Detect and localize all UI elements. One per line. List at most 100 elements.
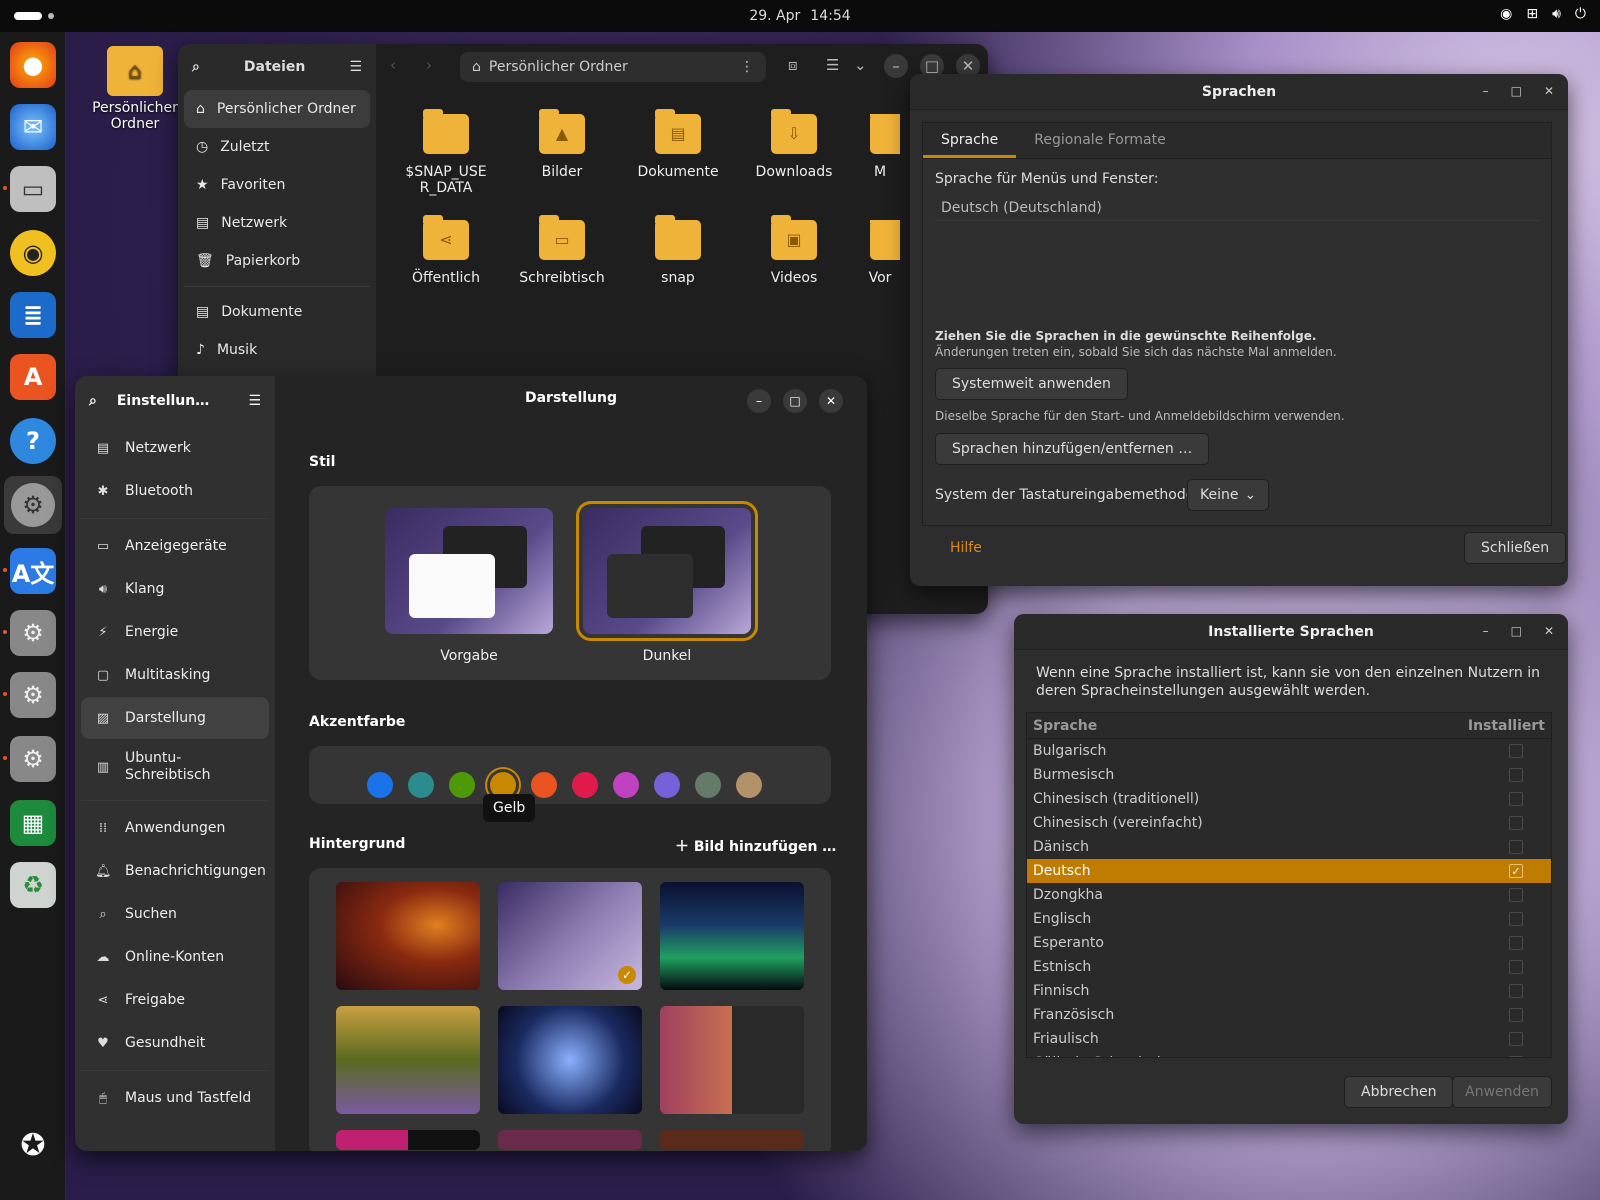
power-icon[interactable]: ⏻ [1575, 6, 1586, 22]
cancel-button[interactable]: Abbrechen [1344, 1076, 1454, 1108]
help-icon[interactable]: ? [10, 418, 56, 464]
wallpaper-thumb[interactable] [336, 1130, 480, 1150]
accent-swatch[interactable] [695, 772, 721, 798]
close-button[interactable]: ✕ [819, 389, 843, 413]
gear-icon-2[interactable]: ⚙ [10, 672, 56, 718]
steam-icon[interactable]: ◉ [1500, 6, 1512, 22]
folder-oeffentlich[interactable]: ⋖ Öffentlich [396, 215, 496, 286]
sidebar-item-trash[interactable]: 🗑︎ Papierkorb [184, 242, 370, 280]
sidebar-item-ubuntu-desktop[interactable]: ▥ Ubuntu-Schreibtisch [81, 740, 269, 794]
accent-swatch[interactable] [408, 772, 434, 798]
show-apps-icon[interactable]: ✪ [10, 1122, 56, 1168]
screenshot-icon[interactable]: ⧈ [788, 56, 798, 74]
tab-regionale-formate[interactable]: Regionale Formate [1016, 123, 1183, 158]
accent-swatch[interactable] [449, 772, 475, 798]
sidebar-item-bluetooth[interactable]: ✱ Bluetooth [81, 470, 269, 512]
accent-swatch[interactable] [531, 772, 557, 798]
volume-icon[interactable]: 🔊︎ [1552, 6, 1561, 22]
calc-icon[interactable]: ▦ [10, 800, 56, 846]
language-row[interactable]: Französisch [1027, 1003, 1551, 1027]
wallpaper-thumb[interactable] [660, 1006, 804, 1114]
app-center-icon[interactable]: A [10, 354, 56, 400]
installed-checkbox[interactable] [1509, 984, 1523, 998]
folder-snap[interactable]: snap [628, 215, 728, 286]
installed-checkbox[interactable] [1509, 888, 1523, 902]
wallpaper-thumb[interactable] [498, 1006, 642, 1114]
installed-checkbox[interactable] [1509, 1056, 1523, 1057]
add-image-button[interactable]: ＋ Bild hinzufügen … [675, 836, 836, 856]
search-icon[interactable]: ⌕ [89, 393, 97, 409]
sidebar-item-displays[interactable]: ▭ Anzeigegeräte [81, 525, 269, 567]
trash-icon[interactable]: ♻ [10, 862, 56, 908]
wallpaper-thumb[interactable] [336, 1006, 480, 1114]
folder-videos[interactable]: ▣ Videos [744, 215, 844, 286]
style-dark-preview[interactable] [576, 501, 758, 641]
gear-icon-3[interactable]: ⚙ [10, 736, 56, 782]
apply-button[interactable]: Anwenden [1452, 1076, 1552, 1108]
help-button[interactable]: Hilfe [950, 540, 982, 556]
folder-dokumente[interactable]: ▤ Dokumente [628, 109, 728, 180]
ime-select[interactable]: Keine ⌄ [1187, 479, 1270, 511]
folder-downloads[interactable]: ⇩ Downloads [744, 109, 844, 180]
network-icon[interactable]: ⊞ [1526, 6, 1538, 22]
chevron-down-icon[interactable]: ⌄ [854, 56, 867, 74]
folder-schreibtisch[interactable]: ▭ Schreibtisch [512, 215, 612, 286]
tab-sprache[interactable]: Sprache [923, 123, 1017, 158]
sidebar-item-multitasking[interactable]: ▢ Multitasking [81, 654, 269, 696]
sidebar-item-network[interactable]: ▤ Netzwerk [184, 204, 370, 242]
sidebar-item-favorites[interactable]: ★ Favoriten [184, 166, 370, 204]
files-icon[interactable]: ▭ [10, 166, 56, 212]
column-header-language[interactable]: Sprache [1033, 718, 1097, 734]
wallpaper-thumb[interactable] [498, 1130, 642, 1150]
wallpaper-thumb[interactable] [336, 882, 480, 990]
settings-active-icon[interactable]: ⚙ [4, 476, 62, 534]
minimize-button[interactable]: – [884, 54, 908, 78]
installed-checkbox[interactable] [1509, 792, 1523, 806]
installed-checkbox[interactable] [1509, 936, 1523, 950]
wallpaper-thumb-selected[interactable]: ✓ [498, 882, 642, 990]
folder-vorlagen-partial[interactable]: Vor [860, 220, 900, 286]
installed-checkbox[interactable]: ✓ [1509, 864, 1523, 878]
language-row[interactable]: Gälisch, Schottisch [1027, 1051, 1551, 1057]
back-icon[interactable]: ‹ [390, 56, 396, 74]
accent-swatch[interactable] [367, 772, 393, 798]
language-row[interactable]: Dzongkha [1027, 883, 1551, 907]
menu-icon[interactable]: ☰ [248, 393, 261, 409]
sidebar-item-mouse[interactable]: 🖱︎ Maus und Tastfeld [81, 1077, 269, 1119]
accent-swatch[interactable] [736, 772, 762, 798]
menu-icon[interactable]: ☰ [349, 59, 362, 75]
minimize-button[interactable]: – [1483, 84, 1489, 98]
language-row[interactable]: Bulgarisch [1027, 739, 1551, 763]
sidebar-item-recent[interactable]: ◷ Zuletzt [184, 128, 370, 166]
sidebar-item-documents[interactable]: ▤ Dokumente [184, 293, 370, 331]
sidebar-item-search[interactable]: ⌕ Suchen [81, 893, 269, 935]
maximize-button[interactable]: □ [1511, 84, 1522, 98]
search-icon[interactable]: ⌕ [192, 59, 200, 75]
minimize-button[interactable]: – [1483, 624, 1489, 638]
installed-checkbox[interactable] [1509, 912, 1523, 926]
sidebar-item-sharing[interactable]: ⋖ Freigabe [81, 979, 269, 1021]
thunderbird-icon[interactable]: ✉ [10, 104, 56, 150]
installed-checkbox[interactable] [1509, 840, 1523, 854]
installed-checkbox[interactable] [1509, 1008, 1523, 1022]
language-row[interactable]: Chinesisch (traditionell) [1027, 787, 1551, 811]
sidebar-item-music[interactable]: ♪ Musik [184, 331, 370, 369]
installed-checkbox[interactable] [1509, 960, 1523, 974]
wallpaper-thumb[interactable] [660, 882, 804, 990]
installed-checkbox[interactable] [1509, 744, 1523, 758]
language-row[interactable]: Finnisch [1027, 979, 1551, 1003]
language-support-icon[interactable]: A文 [10, 548, 56, 594]
system-tray[interactable]: ◉ ⊞ 🔊︎ ⏻ [1500, 6, 1586, 22]
language-list-item[interactable]: Deutsch (Deutschland) [935, 195, 1539, 221]
sidebar-item-network[interactable]: ▤ Netzwerk [81, 427, 269, 469]
installed-checkbox[interactable] [1509, 816, 1523, 830]
sidebar-item-power[interactable]: ⚡︎ Energie [81, 611, 269, 653]
workspace-indicator[interactable] [14, 12, 54, 20]
folder-musik-partial[interactable]: M [860, 114, 900, 180]
close-button[interactable]: ✕ [1544, 624, 1554, 638]
accent-swatch[interactable] [613, 772, 639, 798]
sidebar-item-sound[interactable]: 🔊︎ Klang [81, 568, 269, 610]
minimize-button[interactable]: – [747, 389, 771, 413]
forward-icon[interactable]: › [426, 56, 432, 74]
desktop-home-folder[interactable]: ⌂ Persönlicher Ordner [90, 46, 180, 132]
